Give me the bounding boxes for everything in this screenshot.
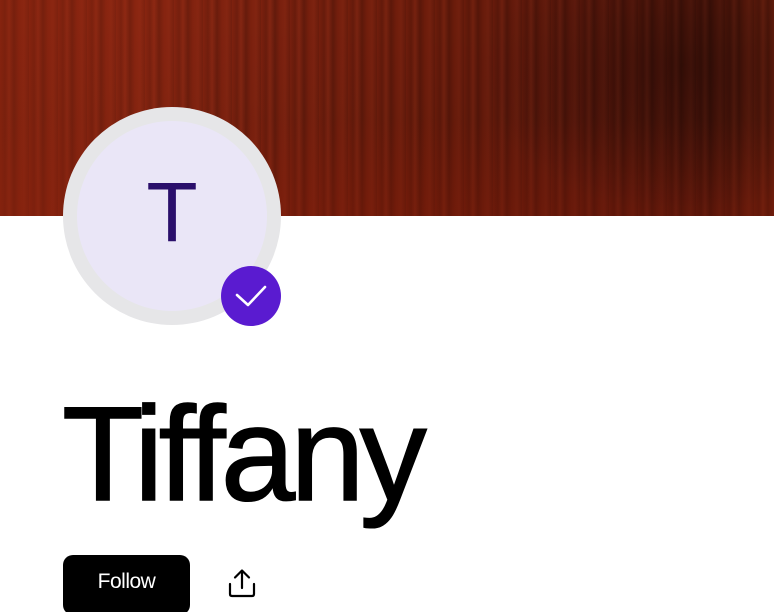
share-upload-icon	[228, 569, 256, 598]
profile-name: Tiffany	[61, 380, 427, 529]
profile-page: T Tiffany Follow	[0, 0, 774, 612]
share-button[interactable]	[222, 563, 262, 603]
follow-button[interactable]: Follow	[63, 555, 190, 612]
verified-badge	[221, 266, 281, 326]
avatar-initial: T	[146, 165, 198, 259]
checkmark-icon	[235, 285, 267, 307]
